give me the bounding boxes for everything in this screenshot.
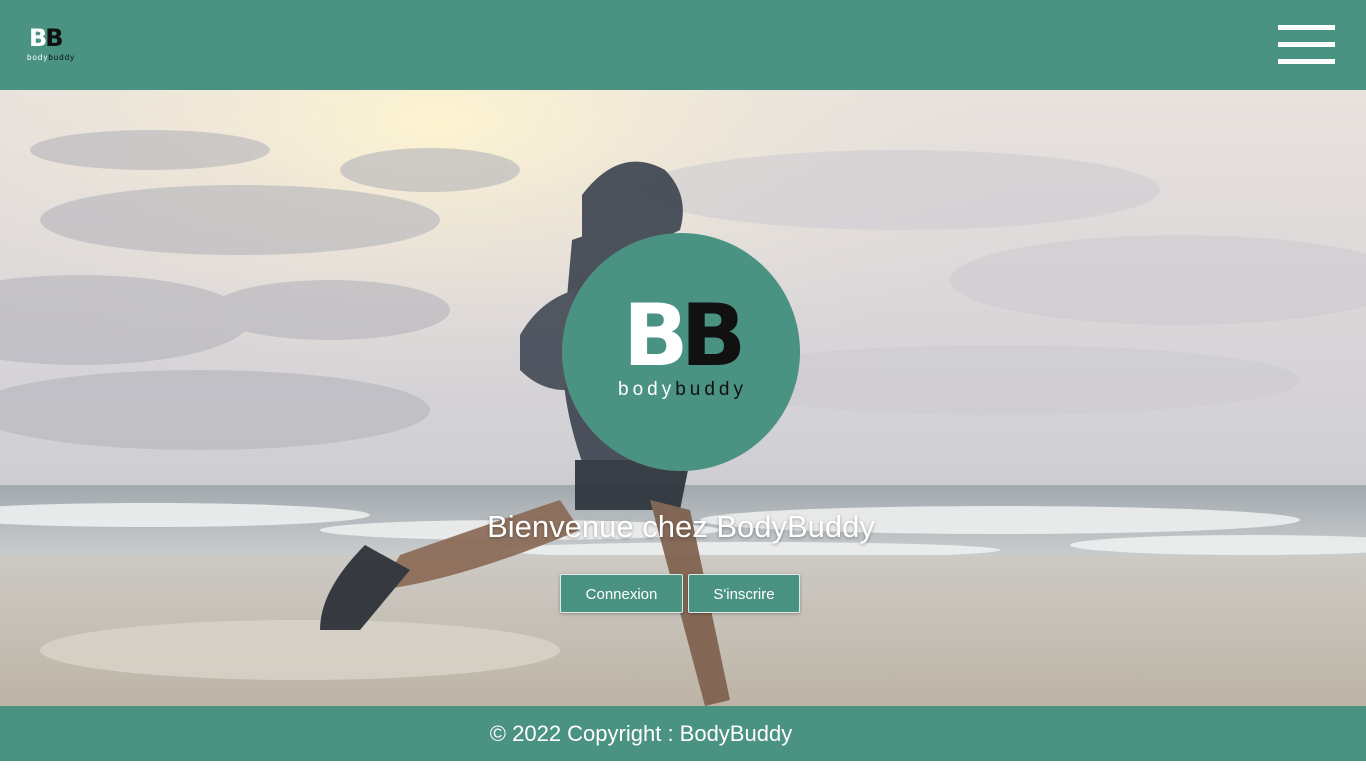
brand-logo[interactable]: BB bodybuddy (27, 24, 79, 64)
login-button[interactable]: Connexion (560, 574, 683, 613)
welcome-heading: Bienvenue chez BodyBuddy (487, 509, 875, 544)
copyright-text: © 2022 Copyright : BodyBuddy (489, 721, 793, 746)
hero-logo-wordmark: bodybuddy (618, 379, 747, 400)
footer: © 2022 Copyright : BodyBuddy (0, 706, 1366, 761)
page-bottom-edge (0, 761, 1366, 768)
hero-logo-monogram: BB (623, 286, 746, 386)
logo-wordmark: bodybuddy (27, 53, 76, 62)
hero-section: BB bodybuddy Bienvenue chez BodyBuddy Co… (0, 90, 1366, 706)
hamburger-menu-icon[interactable] (1278, 25, 1335, 65)
signup-button[interactable]: S'inscrire (688, 574, 800, 613)
logo-monogram: BB (29, 24, 64, 52)
hero-logo-circle: BB bodybuddy (562, 233, 800, 471)
top-nav-bar: BB bodybuddy (0, 0, 1366, 90)
